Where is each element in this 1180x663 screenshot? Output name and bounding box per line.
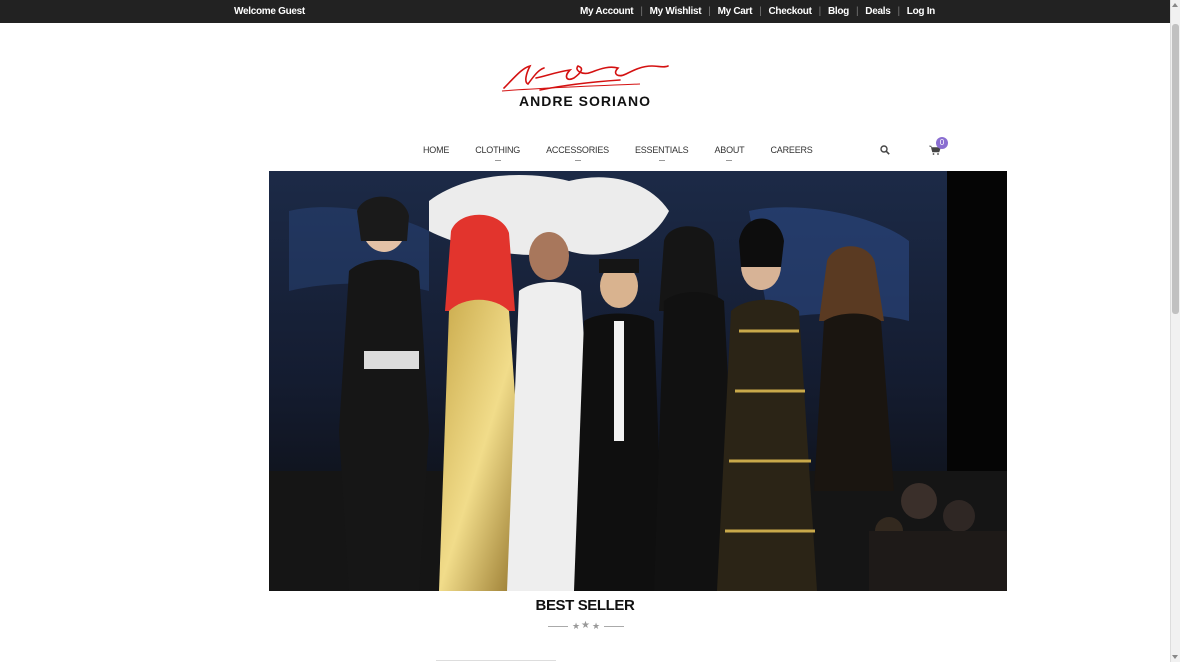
dropdown-indicator <box>494 160 501 161</box>
nav-item-label: HOME <box>423 145 450 155</box>
nav-item-label: CLOTHING <box>475 145 521 155</box>
nav-item-essentials[interactable]: ESSENTIALS <box>634 145 689 161</box>
nav-item-label: CAREERS <box>770 145 813 155</box>
welcome-message: Welcome Guest <box>234 6 305 17</box>
blog-link[interactable]: Blog <box>828 6 849 17</box>
scroll-down-arrow[interactable] <box>1172 655 1178 659</box>
hero-photo <box>269 171 1007 591</box>
my-wishlist-link[interactable]: My Wishlist <box>650 6 702 17</box>
checkout-link[interactable]: Checkout <box>768 6 811 17</box>
section-title: BEST SELLER <box>535 597 635 614</box>
link-separator: | <box>897 6 900 17</box>
link-separator: | <box>640 6 643 17</box>
nav-item-clothing[interactable]: CLOTHING <box>475 145 521 161</box>
divider-line <box>548 626 568 627</box>
nav-item-label: ACCESSORIES <box>546 145 609 155</box>
page-scrollbar[interactable] <box>1170 0 1180 662</box>
signature-logo-icon <box>501 64 669 92</box>
nav-item-home[interactable]: HOME <box>423 145 449 155</box>
star-icon: ★ <box>581 620 590 631</box>
brand-logo[interactable]: ANDRE SORIANO <box>500 60 670 110</box>
nav-item-label: ESSENTIALS <box>634 145 689 155</box>
section-divider: ★ ★ ★ <box>548 620 624 631</box>
link-separator: | <box>708 6 711 17</box>
top-bar: Welcome Guest My Account | My Wishlist | M… <box>0 0 1170 23</box>
my-account-link[interactable]: My Account <box>580 6 634 17</box>
hero-banner-image[interactable] <box>269 171 1007 591</box>
scrollbar-thumb[interactable] <box>1172 24 1179 314</box>
star-icon: ★ <box>572 621 581 631</box>
dropdown-indicator <box>726 160 733 161</box>
deals-link[interactable]: Deals <box>865 6 890 17</box>
nav-item-careers[interactable]: CAREERS <box>770 145 812 155</box>
dropdown-indicator <box>574 160 581 161</box>
divider-line <box>604 626 624 627</box>
main-navigation: HOME CLOTHING ACCESSORIES ESSENTIALS ABO… <box>410 145 826 161</box>
my-cart-link[interactable]: My Cart <box>718 6 753 17</box>
login-link[interactable]: Log In <box>907 6 936 17</box>
cart-count-badge: 0 <box>936 137 948 149</box>
link-separator: | <box>818 6 822 17</box>
scroll-up-arrow[interactable] <box>1172 3 1178 7</box>
account-links: My Account | My Wishlist | My Cart | Checko… <box>580 6 935 17</box>
dropdown-indicator <box>658 160 665 161</box>
link-separator: | <box>855 6 859 17</box>
brand-name: ANDRE SORIANO <box>518 93 651 109</box>
link-separator: | <box>759 6 762 17</box>
search-icon[interactable] <box>880 145 890 155</box>
nav-item-label: ABOUT <box>714 145 745 155</box>
nav-item-about[interactable]: ABOUT <box>714 145 745 161</box>
star-icon: ★ <box>592 621 601 631</box>
nav-item-accessories[interactable]: ACCESSORIES <box>546 145 609 161</box>
